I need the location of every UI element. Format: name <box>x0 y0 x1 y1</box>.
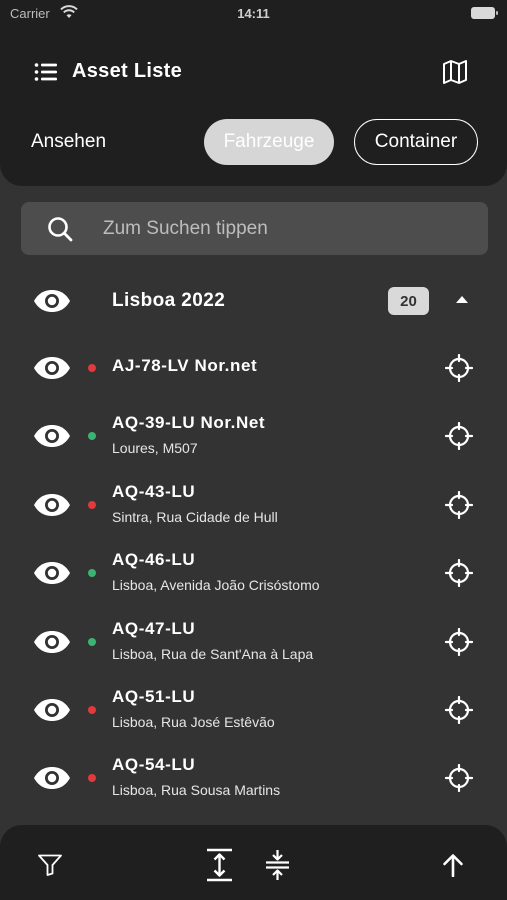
asset-row[interactable]: AQ-39-LU Nor.Net Loures, M507 <box>0 402 507 470</box>
eye-icon[interactable] <box>33 356 71 380</box>
expand-all-icon[interactable] <box>206 848 233 882</box>
bottom-toolbar <box>0 825 507 900</box>
status-time: 14:11 <box>237 6 270 21</box>
asset-address: Lisboa, Rua Sousa Martins <box>112 782 281 799</box>
search-placeholder: Zum Suchen tippen <box>103 218 268 239</box>
view-label: Ansehen <box>31 131 107 152</box>
eye-icon[interactable] <box>33 561 71 585</box>
asset-address: Lisboa, Rua José Estêvão <box>112 714 275 730</box>
status-dot <box>88 500 96 509</box>
asset-row[interactable]: AQ-54-LU Lisboa, Rua Sousa Martins <box>0 744 507 812</box>
asset-plate: AQ-47-LU <box>112 618 196 638</box>
asset-row[interactable]: AQ-51-LU Lisboa, Rua José Estêvão <box>0 676 507 744</box>
asset-row[interactable]: AQ-47-LU Lisboa, Rua de Sant'Ana à Lapa <box>0 608 507 676</box>
eye-icon[interactable] <box>33 766 71 790</box>
search-field[interactable]: Zum Suchen tippen <box>21 202 488 255</box>
status-dot <box>88 774 96 783</box>
asset-address: Loures, M507 <box>112 440 198 457</box>
eye-icon[interactable] <box>33 698 71 722</box>
asset-address: Lisboa, Avenida João Crisóstomo <box>112 577 320 594</box>
segment-vehicles-label: Fahrzeuge <box>223 131 315 152</box>
eye-icon[interactable] <box>33 493 71 517</box>
count-badge: 20 <box>388 287 429 315</box>
eye-icon[interactable] <box>33 289 71 313</box>
eye-icon[interactable] <box>33 424 71 448</box>
locate-target-icon[interactable] <box>445 696 473 724</box>
collapse-all-icon[interactable] <box>265 849 290 881</box>
map-icon[interactable] <box>442 59 468 85</box>
asset-row[interactable]: AQ-46-LU Lisboa, Avenida João Crisóstomo <box>0 539 507 607</box>
header: Asset Liste Ansehen Fahrzeuge Container <box>0 28 507 186</box>
status-dot <box>88 569 96 578</box>
asset-plate: AQ-51-LU <box>112 687 196 706</box>
eye-icon[interactable] <box>33 630 71 654</box>
asset-plate: AQ-39-LU Nor.Net <box>112 413 266 433</box>
search-icon <box>48 217 73 242</box>
locate-target-icon[interactable] <box>445 627 473 656</box>
filter-icon[interactable] <box>38 854 62 876</box>
segment-container[interactable]: Container <box>354 119 478 165</box>
locate-target-icon[interactable] <box>445 354 473 382</box>
asset-plate: AQ-46-LU <box>112 550 196 570</box>
asset-address: Sintra, Rua Cidade de Hull <box>112 508 278 525</box>
asset-plate: AQ-54-LU <box>112 755 196 775</box>
status-dot <box>88 364 96 372</box>
asset-address: Lisboa, Rua de Sant'Ana à Lapa <box>112 645 314 662</box>
group-title: Lisboa 2022 <box>112 290 226 311</box>
asset-row[interactable]: AQ-43-LU Sintra, Rua Cidade de Hull <box>0 471 507 539</box>
list-menu-icon[interactable] <box>34 62 58 82</box>
group-header[interactable]: Lisboa 2022 20 <box>0 276 507 326</box>
asset-plate: AJ-78-LV Nor.net <box>112 356 258 375</box>
scroll-to-top-icon[interactable] <box>442 853 464 877</box>
locate-target-icon[interactable] <box>445 490 473 519</box>
page-title: Asset Liste <box>72 60 183 82</box>
segment-vehicles[interactable]: Fahrzeuge <box>204 119 334 165</box>
locate-target-icon[interactable] <box>445 422 473 451</box>
status-dot <box>88 706 96 714</box>
locate-target-icon[interactable] <box>445 764 473 793</box>
status-dot <box>88 432 96 441</box>
asset-row[interactable]: AJ-78-LV Nor.net <box>0 334 507 402</box>
asset-plate: AQ-43-LU <box>112 481 196 501</box>
status-bar: Carrier 14:11 <box>0 0 507 28</box>
chevron-up-icon[interactable] <box>456 296 468 303</box>
battery-icon <box>471 7 498 19</box>
status-dot <box>88 637 96 646</box>
segment-container-label: Container <box>374 131 458 152</box>
locate-target-icon[interactable] <box>445 559 473 588</box>
